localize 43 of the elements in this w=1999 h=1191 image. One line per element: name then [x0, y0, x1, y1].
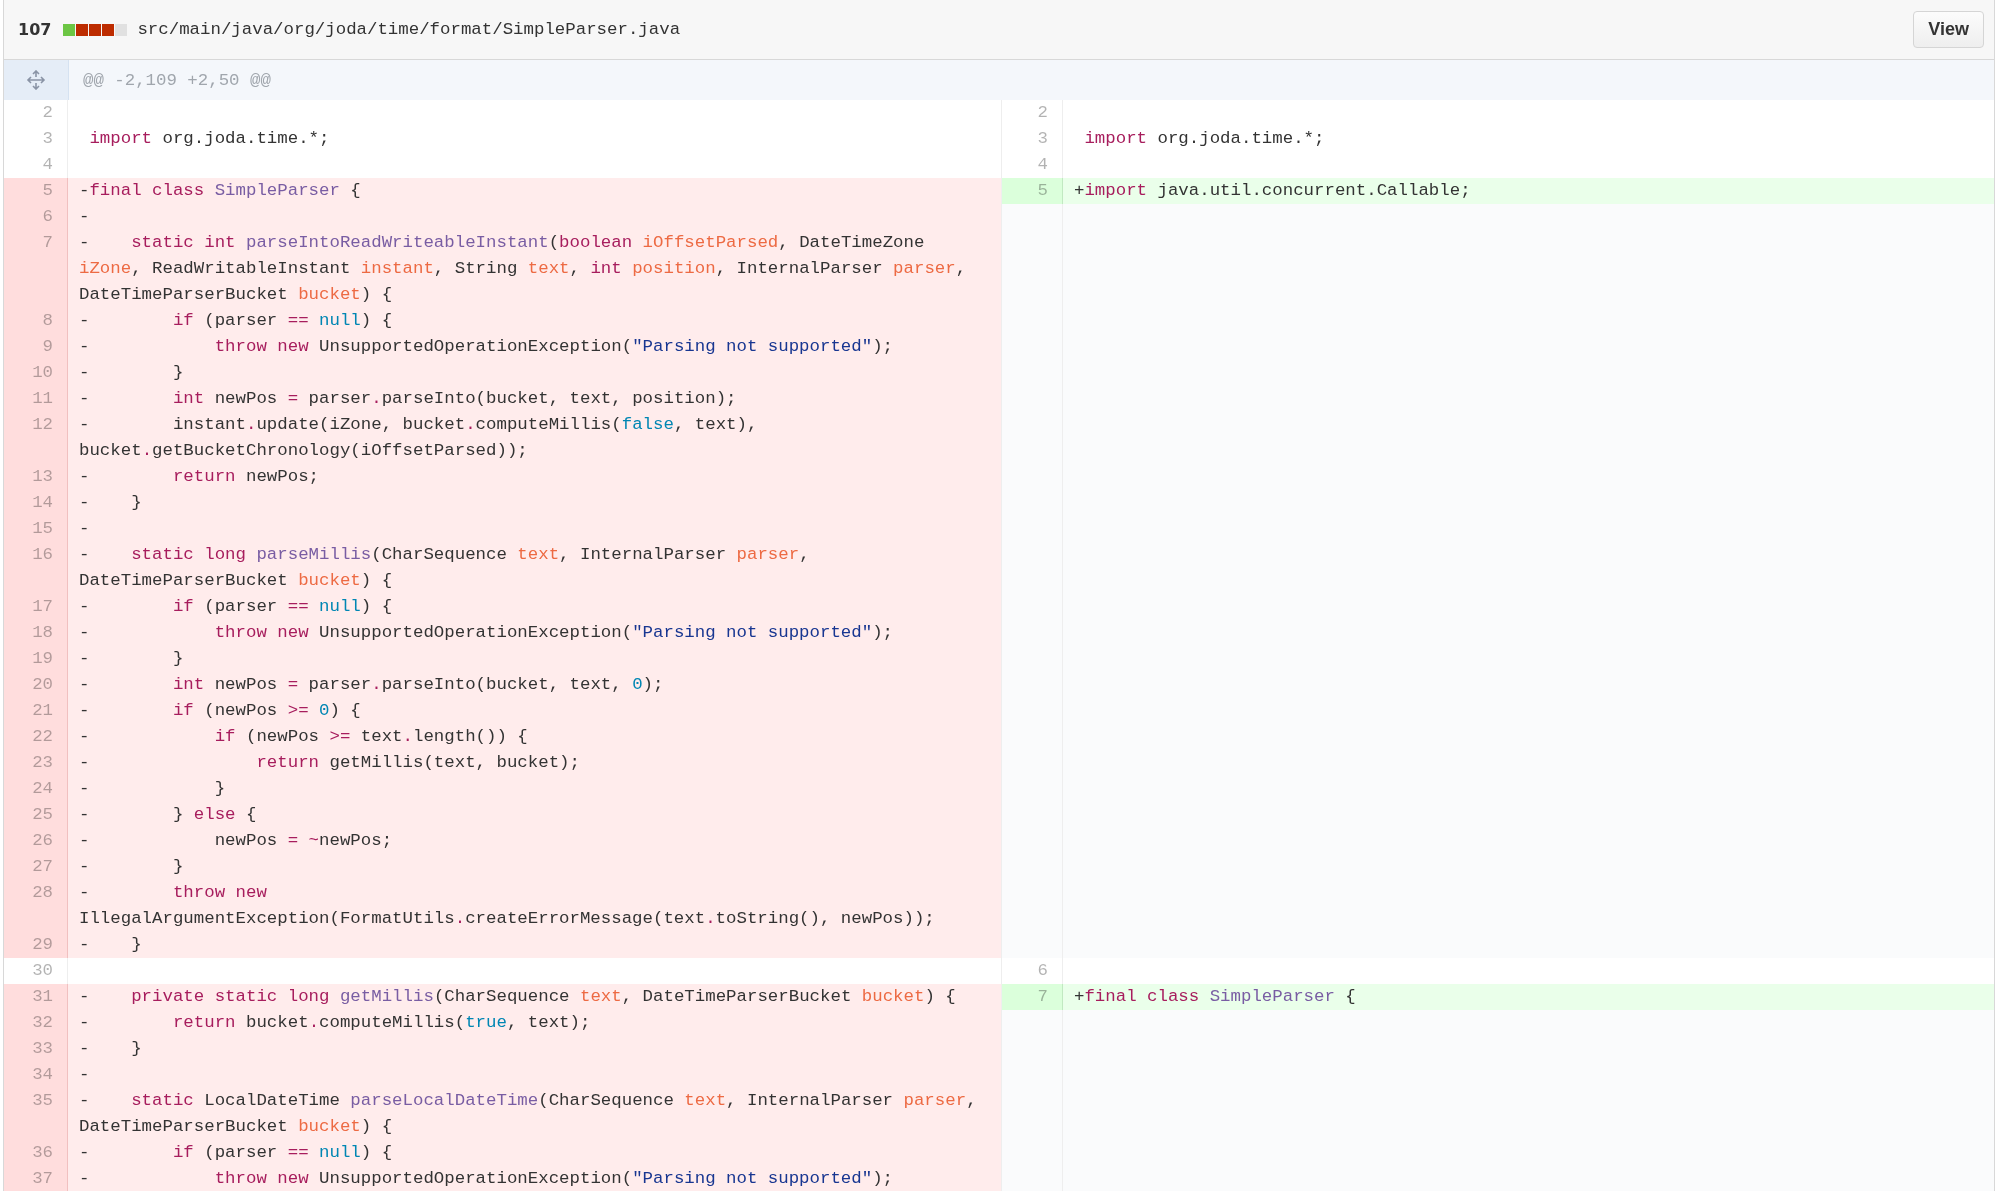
line-number: 31: [4, 984, 68, 1010]
line-number: 23: [4, 750, 68, 776]
line-number: 4: [1001, 152, 1063, 178]
line-number: 20: [4, 672, 68, 698]
view-button[interactable]: View: [1913, 11, 1984, 48]
line-number: 15: [4, 516, 68, 542]
change-count: 107: [18, 20, 52, 39]
line-number: 26: [4, 828, 68, 854]
line-number: 14: [4, 490, 68, 516]
line-number: 27: [4, 854, 68, 880]
line-number: 2: [1001, 100, 1063, 126]
line-number: 9: [4, 334, 68, 360]
line-number: 24: [4, 776, 68, 802]
line-number: 16: [4, 542, 68, 594]
file-path[interactable]: src/main/java/org/joda/time/format/SimpleParser.java: [137, 20, 681, 39]
line-number: 28: [4, 880, 68, 932]
line-number: 19: [4, 646, 68, 672]
line-number: 13: [4, 464, 68, 490]
line-number: 37: [4, 1166, 68, 1191]
line-number: 35: [4, 1088, 68, 1140]
line-number: 7: [4, 230, 68, 308]
line-number: 32: [4, 1010, 68, 1036]
line-number: 3: [1001, 126, 1063, 152]
line-number: 11: [4, 386, 68, 412]
line-number: 10: [4, 360, 68, 386]
line-number: 22: [4, 724, 68, 750]
line-number: 6: [4, 204, 68, 230]
line-number: 12: [4, 412, 68, 464]
line-number: 6: [1001, 958, 1063, 984]
line-number: 33: [4, 1036, 68, 1062]
line-number: 36: [4, 1140, 68, 1166]
line-number: 5: [1001, 178, 1063, 204]
line-number: 5: [4, 178, 68, 204]
hunk-header: @@ -2,109 +2,50 @@: [82, 69, 271, 92]
line-number: 34: [4, 1062, 68, 1088]
line-number: 17: [4, 594, 68, 620]
line-number: 29: [4, 932, 68, 958]
line-number: 8: [4, 308, 68, 334]
line-number: 7: [1001, 984, 1063, 1010]
expand-icon[interactable]: [26, 70, 46, 90]
line-number: 18: [4, 620, 68, 646]
line-number: 21: [4, 698, 68, 724]
line-number: 25: [4, 802, 68, 828]
